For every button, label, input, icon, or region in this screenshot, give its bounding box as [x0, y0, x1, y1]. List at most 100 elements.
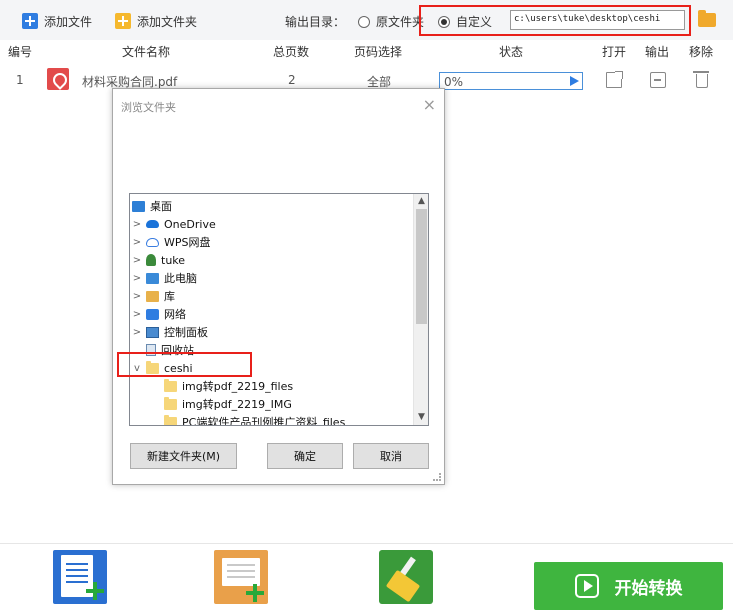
tree-item-subfolder[interactable]: PC端软件产品刊例推广资料_files [164, 413, 346, 426]
tree-item-network[interactable]: > 网络 [132, 305, 186, 323]
add-file-label: 添加文件 [44, 14, 93, 29]
recycle-bin-icon [146, 344, 156, 356]
folder-icon [164, 396, 177, 410]
chevron-right-icon[interactable]: > [132, 237, 142, 248]
radio-original-label: 原文件夹 [376, 15, 425, 29]
tree-item-control-panel[interactable]: > 控制面板 [132, 323, 208, 341]
play-icon[interactable] [570, 76, 579, 86]
tree-item-onedrive[interactable]: > OneDrive [132, 215, 216, 233]
col-range: 页码选择 [354, 45, 403, 59]
tree-item-subfolder[interactable]: img转pdf_2219_IMG [164, 395, 292, 413]
tree-item-recycle-bin[interactable]: 回收站 [146, 341, 194, 359]
tree-scrollbar[interactable]: ▲ ▼ [413, 194, 428, 425]
table-header: 编号 文件名称 总页数 页码选择 状态 打开 输出 移除 [0, 40, 733, 60]
tree-item-label: 此电脑 [164, 272, 197, 285]
export-icon[interactable] [650, 72, 666, 88]
tree-item-library[interactable]: > 库 [132, 287, 175, 305]
tree-item-label: 回收站 [161, 344, 194, 357]
resize-grip-icon[interactable] [433, 473, 441, 481]
ok-button[interactable]: 确定 [267, 443, 343, 469]
tree-item-label: img转pdf_2219_files [182, 380, 294, 393]
folder-icon [164, 414, 177, 425]
row-pages: 2 [288, 73, 296, 87]
trash-icon[interactable] [693, 71, 709, 88]
radio-custom-label: 自定义 [456, 15, 493, 29]
scroll-up-icon[interactable]: ▲ [414, 194, 428, 209]
progress-percent: 0% [444, 75, 464, 89]
toolbar: 添加文件 添加文件夹 输出目录： 原文件夹 自定义 c:\users\tuke\… [0, 0, 733, 40]
folder-tree[interactable]: 桌面 > OneDrive > WPS网盘 > tuke > 此电脑 > 库 >… [129, 193, 429, 426]
open-external-icon[interactable] [606, 71, 623, 88]
col-filename: 文件名称 [122, 45, 171, 59]
tree-item-wps[interactable]: > WPS网盘 [132, 233, 211, 251]
radio-off-icon [358, 15, 370, 28]
radio-on-icon [438, 15, 450, 28]
network-icon [146, 308, 159, 320]
browse-folder-dialog: 浏览文件夹 × 桌面 > OneDrive > WPS网盘 > tuke > 此… [112, 88, 445, 485]
tree-item-label: 网络 [164, 308, 186, 321]
output-dir-label: 输出目录： [285, 15, 346, 29]
add-folder-button[interactable]: 添加文件夹 [115, 10, 197, 32]
clear-list-broom-icon[interactable] [379, 550, 433, 604]
pdf-icon [47, 68, 69, 90]
tree-item-label: ceshi [164, 361, 193, 375]
scroll-down-icon[interactable]: ▼ [414, 410, 428, 425]
dialog-title: 浏览文件夹 [121, 101, 176, 114]
col-status: 状态 [499, 45, 524, 59]
green-plus-icon [246, 584, 264, 602]
folder-icon [164, 378, 177, 392]
cancel-button[interactable]: 取消 [353, 443, 429, 469]
add-file-icon [22, 13, 38, 29]
progress-bar: 0% [439, 72, 583, 90]
chevron-right-icon[interactable]: > [132, 309, 142, 320]
folder-paper [222, 558, 260, 586]
chevron-down-icon[interactable]: v [132, 363, 142, 374]
chevron-right-icon[interactable]: > [132, 291, 142, 302]
user-icon [146, 254, 156, 266]
play-icon [574, 574, 599, 598]
tree-item-label: 库 [164, 290, 175, 303]
desktop-icon [132, 200, 145, 212]
col-index: 编号 [8, 45, 33, 59]
tree-item-label: WPS网盘 [164, 236, 211, 249]
tree-item-this-pc[interactable]: > 此电脑 [132, 269, 197, 287]
add-folder-big-icon[interactable] [214, 550, 268, 604]
tree-item-tuke[interactable]: > tuke [132, 251, 185, 269]
tree-item-label: 控制面板 [164, 326, 208, 339]
add-file-button[interactable]: 添加文件 [22, 10, 92, 32]
library-icon [146, 290, 159, 302]
tree-item-ceshi[interactable]: v ceshi [132, 359, 193, 377]
add-folder-label: 添加文件夹 [137, 14, 198, 29]
tree-item-desktop[interactable]: 桌面 [132, 197, 172, 215]
bottom-bar: 开始转换 [0, 543, 733, 610]
radio-original-folder[interactable]: 原文件夹 [358, 13, 424, 30]
col-remove: 移除 [689, 45, 714, 59]
add-folder-icon [115, 13, 131, 29]
chevron-right-icon[interactable]: > [132, 273, 142, 284]
output-path-field[interactable]: c:\users\tuke\desktop\ceshi [510, 10, 685, 30]
computer-icon [146, 272, 159, 284]
scroll-thumb[interactable] [416, 209, 427, 324]
chevron-right-icon[interactable]: > [132, 327, 142, 338]
add-document-icon[interactable] [53, 550, 107, 604]
radio-custom[interactable]: 自定义 [438, 13, 492, 30]
tree-item-subfolder[interactable]: img转pdf_2219_files [164, 377, 293, 395]
tree-item-label: PC端软件产品刊例推广资料_files [182, 416, 346, 426]
folder-icon [146, 360, 159, 374]
close-icon[interactable]: × [423, 95, 436, 114]
start-convert-button[interactable]: 开始转换 [534, 562, 723, 610]
col-output: 输出 [645, 45, 670, 59]
tree-item-label: tuke [161, 253, 186, 267]
col-open: 打开 [602, 45, 627, 59]
col-pages: 总页数 [273, 45, 310, 59]
start-convert-label: 开始转换 [614, 578, 683, 599]
browse-folder-icon[interactable] [698, 10, 716, 27]
cloud-outline-icon [146, 237, 159, 247]
tree-item-label: img转pdf_2219_IMG [182, 398, 292, 411]
row-index: 1 [16, 73, 24, 87]
chevron-right-icon[interactable]: > [132, 255, 142, 266]
new-folder-button[interactable]: 新建文件夹(M) [130, 443, 237, 469]
chevron-right-icon[interactable]: > [132, 219, 142, 230]
tree-item-label: 桌面 [150, 200, 172, 213]
tree-item-label: OneDrive [164, 217, 216, 231]
